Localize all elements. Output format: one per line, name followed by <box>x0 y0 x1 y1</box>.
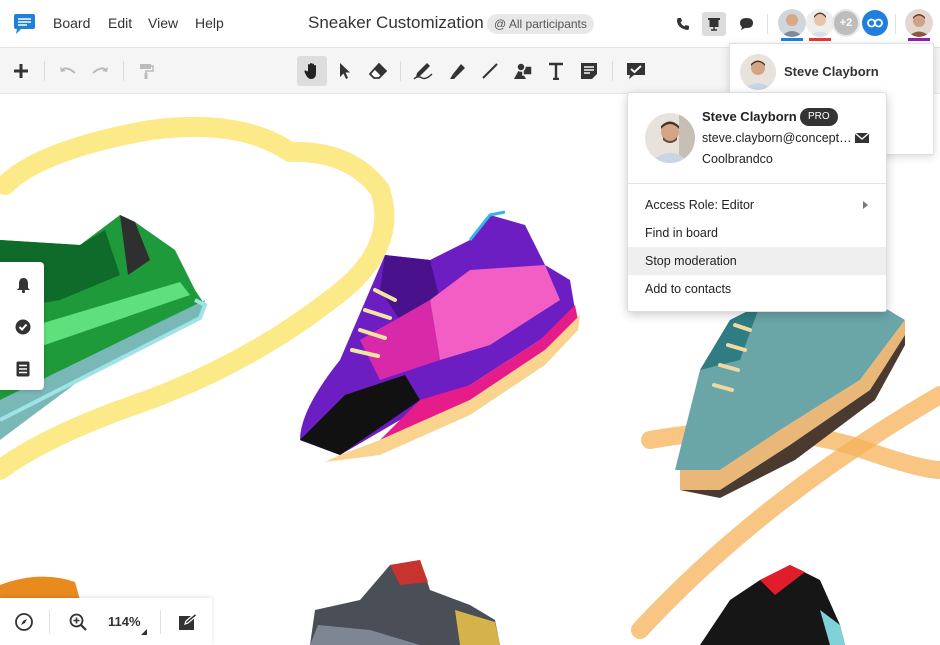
participant-color-bar <box>781 38 803 41</box>
line-tool-icon[interactable] <box>475 56 505 86</box>
format-painter-icon[interactable] <box>131 56 161 86</box>
compass-icon[interactable] <box>12 610 36 634</box>
user-company: Coolbrandco <box>702 152 773 166</box>
undo-icon[interactable] <box>53 56 83 86</box>
presentation-icon[interactable] <box>702 12 726 36</box>
menu-board[interactable]: Board <box>53 15 90 31</box>
divider <box>49 610 50 634</box>
gray-sneaker <box>310 560 500 645</box>
divider <box>160 610 161 634</box>
edit-board-icon[interactable] <box>176 610 200 634</box>
participant-color-bar <box>908 38 930 41</box>
notifications-bell-icon[interactable] <box>12 274 34 296</box>
divider <box>123 61 124 81</box>
menu-item-label: Find in board <box>645 226 718 240</box>
teal-sneaker <box>675 300 905 498</box>
envelope-icon[interactable] <box>854 131 870 145</box>
menu-item-label: Stop moderation <box>645 254 737 268</box>
phone-icon[interactable] <box>671 12 695 36</box>
more-participants-badge[interactable]: +2 <box>832 9 860 37</box>
chat-icon[interactable] <box>734 12 758 36</box>
purple-pink-sneaker <box>300 210 580 462</box>
app-logo-icon[interactable] <box>12 13 37 35</box>
menu-help[interactable]: Help <box>195 15 224 31</box>
user-name: Steve Clayborn <box>702 109 797 124</box>
add-icon[interactable] <box>6 56 36 86</box>
hand-tool-icon[interactable] <box>297 56 327 86</box>
divider <box>400 61 401 81</box>
navigation-panel: 114% <box>0 598 212 645</box>
current-user-avatar[interactable] <box>905 9 933 37</box>
board-list-icon[interactable] <box>12 358 34 380</box>
divider <box>612 61 613 81</box>
participants-pill[interactable]: @ All participants <box>487 14 594 34</box>
tasks-check-icon[interactable] <box>12 316 34 338</box>
zoom-level[interactable]: 114% <box>108 614 141 629</box>
text-tool-icon[interactable] <box>541 56 571 86</box>
sticky-note-tool-icon[interactable] <box>574 56 604 86</box>
participant-avatar[interactable] <box>806 9 834 37</box>
menu-item-label: Add to contacts <box>645 282 732 296</box>
menu-bar: Board Edit View Help Sneaker Customizati… <box>0 0 940 48</box>
divider <box>44 61 45 81</box>
menu-view[interactable]: View <box>148 15 178 31</box>
redo-icon[interactable] <box>85 56 115 86</box>
user-email: steve.clayborn@concept… <box>702 131 852 145</box>
red-black-sneaker <box>700 565 845 645</box>
user-avatar <box>740 54 776 90</box>
submenu-arrow-icon <box>863 201 868 209</box>
pen-tool-icon[interactable] <box>408 56 438 86</box>
board-title[interactable]: Sneaker Customization <box>308 13 484 33</box>
zoom-dropdown-icon[interactable] <box>141 629 147 635</box>
divider <box>895 14 896 34</box>
select-tool-icon[interactable] <box>330 56 360 86</box>
menu-add-to-contacts[interactable]: Add to contacts <box>628 275 886 303</box>
highlighter-tool-icon[interactable] <box>442 56 472 86</box>
side-panel <box>0 262 44 390</box>
eraser-tool-icon[interactable] <box>363 56 393 86</box>
participant-color-bar <box>809 38 831 41</box>
participant-avatar[interactable] <box>778 9 806 37</box>
comment-tool-icon[interactable] <box>621 56 651 86</box>
menu-item-label: Access Role: Editor <box>645 198 755 212</box>
shapes-tool-icon[interactable] <box>508 56 538 86</box>
menu-edit[interactable]: Edit <box>108 15 132 31</box>
divider <box>628 183 886 184</box>
pro-badge: PRO <box>800 108 838 126</box>
user-name: Steve Clayborn <box>784 64 879 79</box>
menu-find-in-board[interactable]: Find in board <box>628 219 886 247</box>
user-avatar <box>645 113 695 163</box>
menu-stop-moderation[interactable]: Stop moderation <box>628 247 886 275</box>
share-link-button[interactable] <box>862 10 888 36</box>
menu-access-role[interactable]: Access Role: Editor <box>628 191 886 219</box>
zoom-in-icon[interactable] <box>66 610 90 634</box>
divider <box>767 14 768 34</box>
participant-context-menu: Steve Clayborn PRO steve.clayborn@concep… <box>627 92 887 312</box>
